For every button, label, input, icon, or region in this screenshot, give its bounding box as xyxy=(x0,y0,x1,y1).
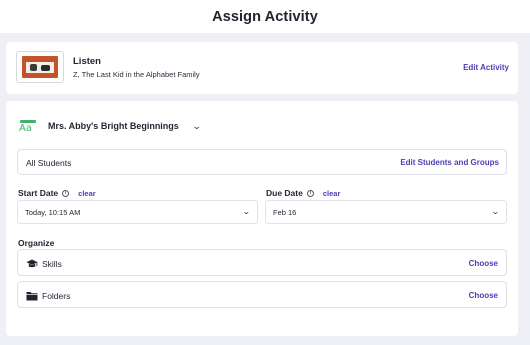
skills-row[interactable]: Skills Choose xyxy=(17,249,507,276)
edit-students-groups-link[interactable]: Edit Students and Groups xyxy=(400,158,499,167)
edit-activity-link[interactable]: Edit Activity xyxy=(463,63,509,72)
class-name: Mrs. Abby's Bright Beginnings xyxy=(48,121,179,131)
activity-card: Listen Z, The Last Kid in the Alphabet F… xyxy=(6,42,518,94)
organize-label: Organize xyxy=(18,238,55,248)
folder-icon xyxy=(26,289,38,301)
page-header: Assign Activity xyxy=(0,0,530,33)
start-date-label: Start Date i clear xyxy=(18,188,96,198)
students-selector: All Students Edit Students and Groups xyxy=(17,149,507,175)
start-date-select[interactable]: Today, 10:15 AM ⌄ xyxy=(17,200,258,224)
due-date-select[interactable]: Feb 16 ⌄ xyxy=(265,200,507,224)
assignment-form: Aa Mrs. Abby's Bright Beginnings ⌄ All S… xyxy=(6,101,518,336)
due-date-value: Feb 16 xyxy=(273,208,297,217)
info-icon[interactable]: i xyxy=(62,189,70,197)
skills-choose-link[interactable]: Choose xyxy=(469,259,498,268)
folders-row[interactable]: Folders Choose xyxy=(17,281,507,308)
students-label: All Students xyxy=(26,158,72,168)
chevron-down-icon[interactable]: ⌄ xyxy=(192,121,202,132)
class-selector[interactable]: Aa Mrs. Abby's Bright Beginnings ⌄ xyxy=(18,115,202,137)
start-date-value: Today, 10:15 AM xyxy=(25,208,81,217)
info-icon[interactable]: i xyxy=(306,189,314,197)
due-date-clear-link[interactable]: clear xyxy=(323,189,341,198)
chevron-down-icon: ⌄ xyxy=(491,207,501,216)
activity-subtitle: Z, The Last Kid in the Alphabet Family xyxy=(73,70,200,79)
start-date-clear-link[interactable]: clear xyxy=(78,189,96,198)
class-icon: Aa xyxy=(18,117,38,135)
folders-choose-link[interactable]: Choose xyxy=(469,291,498,300)
skills-label: Skills xyxy=(42,259,62,269)
due-date-label: Due Date i clear xyxy=(266,188,341,198)
folders-label: Folders xyxy=(42,291,71,301)
activity-title: Listen xyxy=(73,56,101,67)
activity-thumbnail xyxy=(16,51,64,83)
chevron-down-icon: ⌄ xyxy=(242,207,252,216)
page-title: Assign Activity xyxy=(212,8,318,25)
graduation-cap-icon xyxy=(26,257,38,269)
